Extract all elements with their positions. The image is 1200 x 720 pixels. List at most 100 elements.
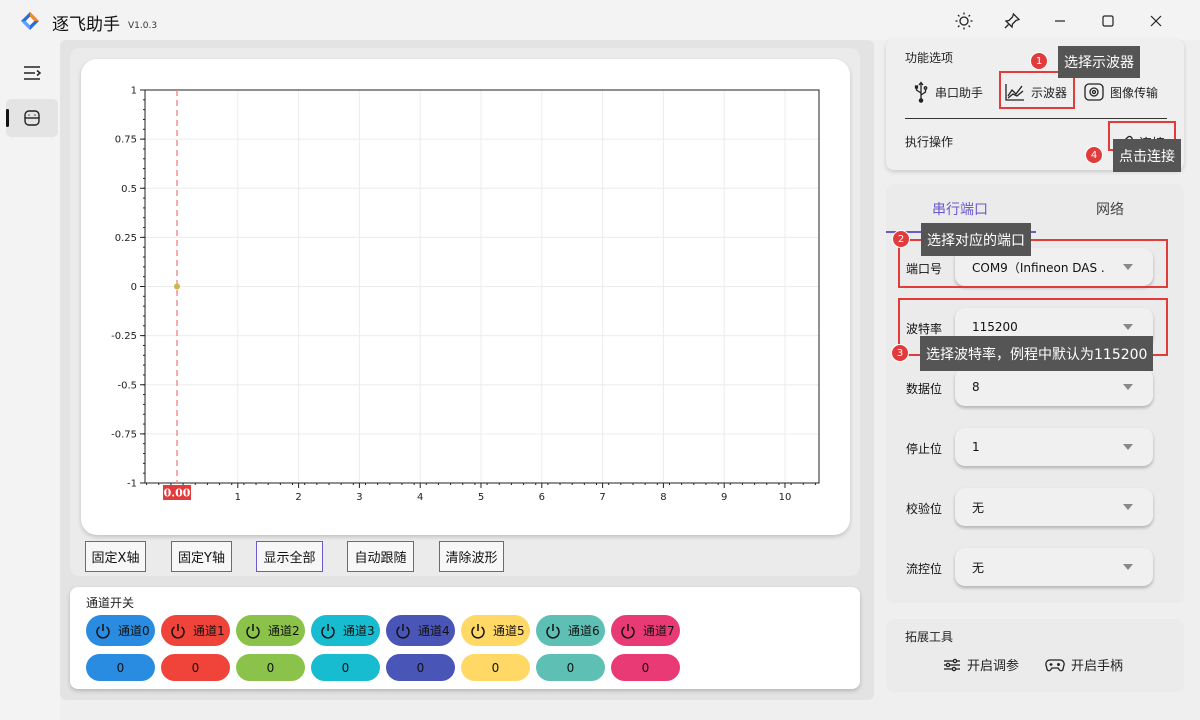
power-icon [321,623,335,639]
pin-icon [1004,12,1021,29]
power-icon [471,623,485,639]
close-button[interactable] [1141,8,1171,34]
channel-toggle-0[interactable]: 通道0 [86,615,155,646]
menu-toggle-button[interactable] [6,54,58,92]
app-version: V1.0.3 [128,21,158,31]
gamepad-button[interactable]: 开启手柄 [1045,655,1123,674]
tip-2-text: 选择对应的端口 [927,232,1025,249]
field-label-3: 停止位 [906,442,943,456]
channel-label: 通道2 [268,624,300,638]
tip-2: 选择对应的端口 [921,223,1031,256]
field-select-3[interactable]: 1 [955,428,1153,466]
sliders-icon [944,658,960,671]
y-tick-label: 0.75 [115,135,137,146]
field-value: 8 [972,380,980,394]
channel-value-5: 0 [461,654,530,681]
tip-1-text: 选择示波器 [1064,55,1134,71]
field-value: 无 [972,560,985,575]
tuning-label: 开启调参 [967,659,1020,674]
minimize-icon [1055,20,1065,22]
channel-value-7: 0 [611,654,680,681]
channel-label: 通道5 [493,624,525,638]
field-select-4[interactable]: 无 [955,488,1153,526]
channel-toggle-4[interactable]: 通道4 [386,615,455,646]
power-icon [546,623,560,639]
channel-toggle-5[interactable]: 通道5 [461,615,530,646]
tab-serial[interactable]: 串行端口 [932,199,988,219]
gamepad-label: 开启手柄 [1071,659,1124,674]
tab-network[interactable]: 网络 [1096,199,1124,219]
pin-button[interactable] [997,8,1027,34]
chevron-down-icon [1123,564,1133,570]
control-button-3[interactable]: 自动跟随 [347,541,414,572]
x-tick-label: 6 [539,492,545,503]
active-marker [6,109,9,127]
y-tick-label: -0.5 [117,380,137,391]
channel-value-6: 0 [536,654,605,681]
channel-label: 通道3 [343,624,375,638]
tip-1: 选择示波器 [1058,46,1140,78]
channel-title: 通道开关 [86,596,135,610]
image-icon [1084,83,1104,101]
field-value: 1 [972,440,980,454]
robot-icon [24,110,40,126]
x-tick-label: 9 [721,492,727,503]
chevron-down-icon [1123,444,1133,450]
power-icon [171,623,185,639]
function-title: 功能选项 [905,51,954,65]
side-rail [0,40,60,720]
close-icon [1150,15,1162,27]
y-tick-label: 1 [131,86,137,97]
x-tick-label: 8 [660,492,666,503]
tuning-button[interactable]: 开启调参 [943,655,1019,674]
control-button-2[interactable]: 显示全部 [256,541,323,572]
channel-label: 通道7 [643,624,675,638]
y-tick-label: -1 [127,479,137,490]
minimize-button[interactable] [1045,8,1075,34]
channel-value-1: 0 [161,654,230,681]
sun-icon [955,12,973,30]
tip-1-badge: 1 [1030,52,1048,70]
y-tick-label: -0.25 [111,331,137,342]
gamepad-icon [1045,658,1065,671]
x-tick-label: 4 [417,492,423,503]
control-button-0[interactable]: 固定X轴 [85,541,146,572]
tip-3-text: 选择波特率，例程中默认为115200 [926,346,1148,363]
control-button-4[interactable]: 清除波形 [439,541,504,572]
tip-3-badge: 3 [891,344,909,362]
theme-toggle-button[interactable] [949,8,979,34]
channel-toggle-3[interactable]: 通道3 [311,615,380,646]
channel-toggle-2[interactable]: 通道2 [236,615,305,646]
power-icon [396,623,410,639]
menu-collapse-icon [24,66,42,80]
maximize-button[interactable] [1093,8,1123,34]
title-bar: 逐飞助手 V1.0.3 [0,0,1200,40]
channel-value-4: 0 [386,654,455,681]
rail-item-device[interactable] [6,99,58,137]
channel-value-0: 0 [86,654,155,681]
power-icon [246,623,260,639]
function-image[interactable]: 图像传输 [1084,78,1158,106]
channel-toggle-6[interactable]: 通道6 [536,615,605,646]
x-tick-label: 7 [599,492,605,503]
data-point[interactable] [174,283,180,290]
control-button-1[interactable]: 固定Y轴 [171,541,232,572]
extensions-title: 拓展工具 [905,630,954,644]
x-tick-label: 1 [235,492,241,503]
app-logo-icon [21,12,39,30]
field-label-5: 流控位 [906,562,943,576]
oscilloscope-plot[interactable]: 1 0.75 0.5 0.25 0 -0.25 -0.5 -0.75 -1 1 2 3 4 5 6 7 8 9 10… [81,59,850,535]
channel-toggle-7[interactable]: 通道7 [611,615,680,646]
tip-3: 选择波特率，例程中默认为115200 [920,336,1154,371]
chevron-down-icon [1123,384,1133,390]
function-image-label: 图像传输 [1110,85,1159,100]
channel-label: 通道6 [568,624,600,638]
function-serial[interactable]: 串口助手 [913,78,983,106]
channel-toggle-1[interactable]: 通道1 [161,615,230,646]
maximize-icon [1102,15,1114,27]
function-divider [905,118,1167,119]
y-tick-label: 0.25 [115,233,137,244]
channel-label: 通道1 [193,624,225,638]
field-select-5[interactable]: 无 [955,548,1153,586]
field-select-2[interactable]: 8 [955,368,1153,406]
